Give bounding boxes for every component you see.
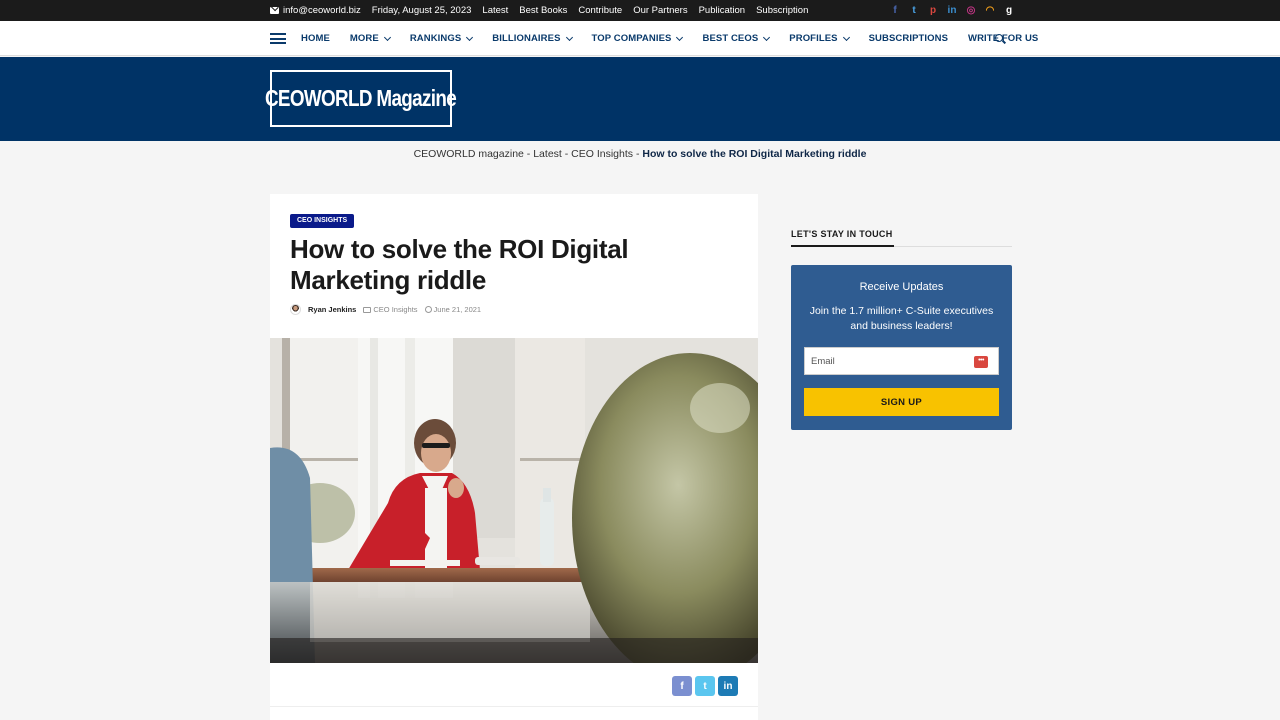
nav-item-more[interactable]: MORE [349, 33, 391, 44]
nav-item-subscriptions[interactable]: SUBSCRIPTIONS [869, 33, 948, 44]
nav-item-label: TOP COMPANIES [591, 33, 672, 44]
hero-photo-illustration [270, 338, 758, 663]
chevron-down-icon [565, 33, 573, 41]
chevron-down-icon [676, 33, 684, 41]
email-field-wrapper: ••• [804, 347, 999, 375]
article-category-link[interactable]: CEO Insights [363, 305, 418, 314]
nav-item-best-ceos[interactable]: BEST CEOS [702, 33, 771, 44]
nav-item-label: PROFILES [789, 33, 838, 44]
article-meta: Ryan Jenkins CEO Insights June 21, 2021 [290, 304, 481, 315]
logo-text: CEOWORLD Magazine [265, 85, 457, 111]
breadcrumb-home[interactable]: CEOWORLD magazine [414, 148, 524, 160]
breadcrumb-separator: - [561, 148, 572, 160]
site-logo[interactable]: CEOWORLD Magazine [265, 70, 457, 127]
chevron-down-icon [383, 33, 391, 41]
header-banner: CEOWORLD Magazine [0, 57, 1280, 141]
password-manager-icon[interactable]: ••• [974, 356, 988, 368]
top-link-best-books[interactable]: Best Books [519, 5, 567, 16]
author-name[interactable]: Ryan Jenkins [308, 305, 356, 314]
top-link-our-partners[interactable]: Our Partners [633, 5, 687, 16]
breadcrumb-category[interactable]: CEO Insights [571, 148, 633, 160]
facebook-icon[interactable]: f [890, 5, 900, 16]
main-nav: HOME MORE RANKINGS BILLIONAIRES TOP COMPANIE… [0, 21, 1280, 56]
share-facebook-button[interactable]: f [672, 676, 692, 696]
breadcrumb-separator: - [523, 148, 534, 160]
chevron-down-icon [466, 33, 474, 41]
nav-item-label: RANKINGS [409, 33, 462, 44]
article-date: June 21, 2021 [424, 305, 482, 314]
article-hero-image [270, 338, 758, 663]
top-bar-links: info@ceoworld.biz Friday, August 25, 202… [270, 0, 808, 21]
instagram-icon[interactable]: ◎ [966, 5, 976, 16]
rss-icon[interactable]: ◠ [985, 5, 995, 16]
contact-email-text: info@ceoworld.biz [283, 5, 361, 16]
article-category-text: CEO Insights [373, 305, 418, 314]
nav-item-rankings[interactable]: RANKINGS [409, 33, 474, 44]
chevron-down-icon [842, 33, 850, 41]
nav-item-billionaires[interactable]: BILLIONAIRES [492, 33, 573, 44]
hamburger-menu-icon[interactable] [270, 33, 286, 44]
breadcrumb: CEOWORLD magazine - Latest - CEO Insight… [0, 148, 1280, 160]
nav-item-home[interactable]: HOME [301, 33, 330, 44]
email-field[interactable] [805, 348, 965, 374]
nav-item-label: SUBSCRIPTIONS [868, 33, 949, 44]
signup-heading: Receive Updates [859, 281, 944, 293]
social-links: f t p in ◎ ◠ g [890, 0, 1014, 21]
top-link-subscription[interactable]: Subscription [756, 5, 808, 16]
current-date: Friday, August 25, 2023 [371, 5, 472, 16]
nav-item-label: HOME [301, 33, 330, 44]
share-twitter-button[interactable]: t [695, 676, 715, 696]
twitter-icon[interactable]: t [909, 5, 919, 16]
share-linkedin-button[interactable]: in [718, 676, 738, 696]
top-link-latest[interactable]: Latest [482, 5, 508, 16]
top-bar: info@ceoworld.biz Friday, August 25, 202… [0, 0, 1280, 21]
article-title: How to solve the ROI Digital Marketing r… [290, 234, 629, 295]
pinterest-icon[interactable]: p [928, 5, 938, 16]
contact-email[interactable]: info@ceoworld.biz [270, 5, 361, 16]
breadcrumb-separator: - [633, 148, 643, 160]
nav-menu: HOME MORE RANKINGS BILLIONAIRES TOP COMPANIE… [301, 21, 1038, 56]
chevron-down-icon [763, 33, 771, 41]
sidebar-title-accent [791, 245, 894, 247]
top-link-contribute[interactable]: Contribute [578, 5, 622, 16]
folder-icon [363, 307, 372, 313]
nav-item-top-companies[interactable]: TOP COMPANIES [591, 33, 684, 44]
author-avatar[interactable] [290, 304, 301, 315]
category-badge[interactable]: CEO INSIGHTS [290, 214, 355, 228]
article-card: CEO INSIGHTS How to solve the ROI Digita… [270, 194, 758, 720]
nav-item-label: BEST CEOS [702, 33, 759, 44]
nav-item-label: MORE [349, 33, 379, 44]
clock-icon [424, 306, 432, 313]
nav-item-profiles[interactable]: PROFILES [789, 33, 850, 44]
article-date-text: June 21, 2021 [433, 305, 482, 314]
google-icon[interactable]: g [1004, 5, 1014, 16]
search-icon[interactable] [995, 34, 1003, 42]
card-divider [270, 706, 758, 707]
mail-icon [270, 7, 279, 14]
top-link-publication[interactable]: Publication [699, 5, 745, 16]
breadcrumb-latest[interactable]: Latest [533, 148, 562, 160]
sidebar-title: LET'S STAY IN TOUCH [791, 229, 893, 239]
signup-subtext: Join the 1.7 million+ C-Suite executives… [809, 305, 994, 332]
nav-item-label: BILLIONAIRES [492, 33, 561, 44]
newsletter-signup-box: Receive Updates Join the 1.7 million+ C-… [791, 265, 1012, 430]
share-buttons: f t in [672, 676, 738, 696]
sign-up-button[interactable]: SIGN UP [804, 388, 999, 416]
breadcrumb-current: How to solve the ROI Digital Marketing r… [642, 148, 867, 160]
linkedin-icon[interactable]: in [947, 5, 957, 16]
